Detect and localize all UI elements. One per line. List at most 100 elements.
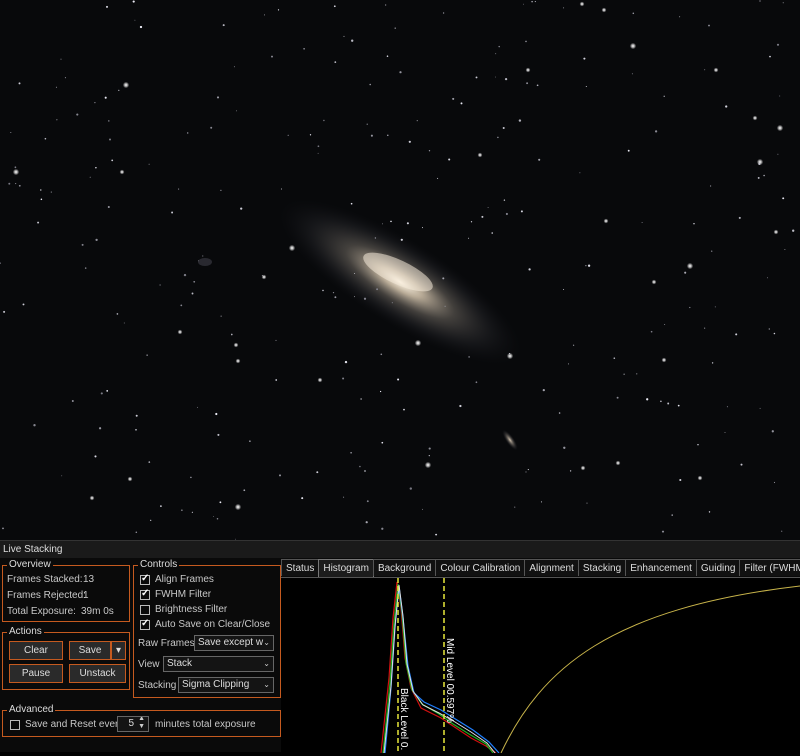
faint-star: [317, 145, 320, 148]
overview-legend: Overview: [7, 559, 53, 571]
faint-star: [677, 404, 680, 407]
faint-star: [107, 205, 110, 209]
stepper-arrows-icon[interactable]: ▲ ▼: [138, 717, 145, 731]
stacking-select[interactable]: Sigma Clipping ⌄: [178, 677, 274, 693]
faint-star: [235, 110, 237, 112]
faint-star: [448, 158, 451, 161]
brightness-filter-label: Brightness Filter: [155, 604, 228, 615]
raw-frames-select[interactable]: Save except w ⌄: [194, 635, 274, 651]
faint-star: [460, 102, 463, 105]
tab-stacking[interactable]: Stacking: [577, 559, 627, 576]
faint-star: [322, 289, 324, 292]
faint-star: [364, 470, 366, 472]
faint-star: [428, 447, 431, 450]
save-dropdown-button[interactable]: ▾: [111, 641, 126, 660]
faint-star: [394, 27, 396, 29]
faint-star: [697, 443, 699, 446]
faint-star: [334, 296, 337, 299]
overview-group: Overview Frames Stacked: 13 Frames Rejec…: [2, 559, 130, 622]
tab-filter-fwhm[interactable]: Filter (FWHM): [739, 559, 800, 576]
faint-star: [632, 12, 635, 15]
faint-star: [365, 521, 368, 524]
faint-star: [526, 82, 529, 85]
faint-star: [132, 0, 135, 3]
faint-star: [631, 73, 633, 75]
faint-star: [509, 353, 511, 355]
faint-star: [150, 519, 152, 521]
faint-star: [2, 527, 4, 530]
faint-star: [437, 177, 439, 179]
tab-colour-calibration[interactable]: Colour Calibration: [435, 559, 526, 576]
faint-star: [654, 130, 658, 133]
faint-star: [271, 55, 273, 58]
faint-star: [94, 101, 96, 104]
faint-star: [784, 249, 786, 250]
tab-status[interactable]: Status: [281, 559, 320, 576]
faint-star: [663, 95, 665, 97]
faint-star: [135, 428, 137, 431]
faint-star: [303, 47, 305, 50]
save-reset-checkbox[interactable]: [10, 720, 20, 730]
minutes-stepper[interactable]: 5 ▲ ▼: [117, 716, 149, 732]
star: [234, 503, 242, 511]
star: [525, 67, 531, 73]
faint-star: [391, 302, 393, 304]
faint-star: [385, 4, 387, 6]
faint-star: [366, 123, 368, 125]
faint-star: [379, 390, 382, 393]
faint-star: [202, 255, 204, 257]
faint-star: [81, 243, 84, 246]
faint-star: [708, 511, 711, 513]
tab-guiding[interactable]: Guiding: [695, 559, 741, 576]
tab-background[interactable]: Background: [372, 559, 437, 576]
faint-star: [514, 506, 516, 508]
faint-star: [190, 476, 192, 479]
tab-alignment[interactable]: Alignment: [524, 559, 579, 576]
tab-histogram[interactable]: Histogram: [318, 559, 374, 577]
faint-star: [354, 272, 356, 274]
faint-star: [660, 400, 662, 403]
faint-star: [301, 497, 304, 500]
star: [424, 461, 432, 469]
faint-star: [171, 211, 174, 214]
faint-star: [563, 7, 565, 9]
faint-star: [249, 440, 251, 442]
faint-star: [711, 250, 713, 252]
faint-star: [641, 222, 643, 223]
stacked-image-view[interactable]: [0, 0, 800, 540]
tab-enhancement[interactable]: Enhancement: [625, 559, 697, 576]
clear-button[interactable]: Clear: [9, 641, 63, 660]
faint-star: [435, 533, 438, 536]
faint-star: [22, 303, 25, 306]
auto-save-checkbox[interactable]: [140, 618, 150, 630]
star: [661, 357, 667, 363]
faint-star: [108, 120, 110, 122]
view-select[interactable]: Stack ⌄: [163, 656, 274, 672]
faint-star: [146, 354, 148, 356]
star: [615, 460, 621, 466]
align-frames-checkbox[interactable]: [140, 573, 150, 585]
save-button[interactable]: Save: [69, 641, 111, 660]
faint-star: [387, 134, 389, 137]
faint-star: [240, 207, 243, 210]
pause-button[interactable]: Pause: [9, 664, 63, 683]
faint-star: [344, 360, 348, 364]
faint-star: [275, 379, 278, 381]
faint-star: [8, 182, 11, 185]
fwhm-filter-checkbox[interactable]: [140, 588, 150, 600]
histogram-view[interactable]: Black Level 0. Mid Level 00.597%: [281, 577, 800, 754]
brightness-filter-checkbox[interactable]: [140, 605, 150, 615]
faint-star: [567, 363, 569, 365]
faint-star: [776, 43, 780, 46]
faint-star: [323, 119, 325, 122]
faint-star: [767, 277, 769, 279]
faint-star: [714, 306, 716, 308]
faint-star: [222, 24, 225, 27]
tab-bar: Status Histogram Background Colour Calibrat…: [281, 559, 800, 577]
unstack-button[interactable]: Unstack: [69, 664, 126, 683]
faint-star: [563, 446, 566, 449]
histogram-plot: Black Level 0. Mid Level 00.597%: [380, 578, 800, 754]
faint-star: [230, 333, 233, 336]
faint-star: [759, 407, 761, 409]
faint-star: [724, 431, 726, 433]
